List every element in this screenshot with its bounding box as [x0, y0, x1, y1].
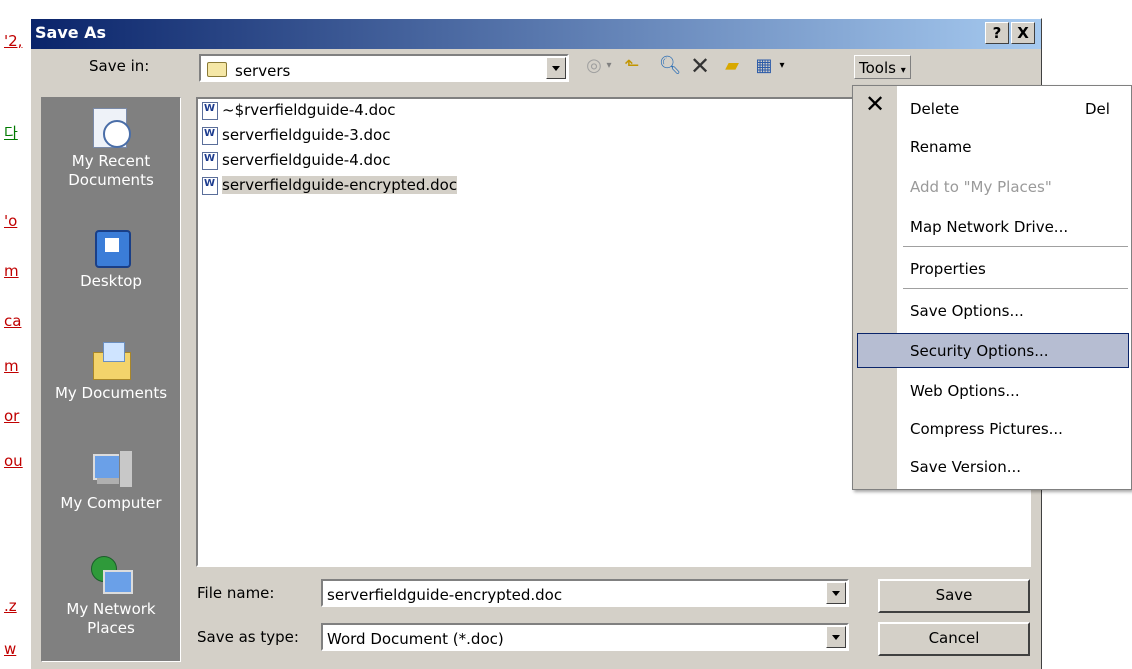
menu-item-add-to-my-places: Add to "My Places": [910, 178, 1052, 196]
word-document-icon: [202, 126, 218, 145]
word-document-icon: [202, 176, 218, 195]
menu-icon-strip: [853, 86, 897, 489]
menu-item-security-options[interactable]: Security Options...: [910, 342, 1049, 360]
background-text: .z: [4, 597, 17, 615]
folder-icon: [207, 62, 227, 77]
chevron-down-icon[interactable]: ▾: [603, 53, 615, 79]
file-item[interactable]: ~$rverfieldguide-4.doc: [202, 101, 396, 123]
file-item-selected[interactable]: serverfieldguide-encrypted.doc: [202, 176, 458, 198]
desktop-icon: [89, 226, 133, 268]
background-text: '2,: [4, 32, 23, 50]
recent-documents-icon: [89, 106, 133, 148]
shortcut-del: Del: [1085, 100, 1110, 118]
file-name: serverfieldguide-4.doc: [222, 151, 391, 169]
menu-separator: [903, 246, 1128, 247]
place-my-computer[interactable]: My Computer: [42, 448, 180, 513]
save-in-value: servers: [235, 62, 291, 80]
word-document-icon: [202, 101, 218, 120]
save-button[interactable]: Save: [878, 579, 1030, 613]
menu-item-compress-pictures[interactable]: Compress Pictures...: [910, 420, 1063, 438]
place-label: My Documents: [54, 384, 168, 402]
save-as-type-value: Word Document (*.doc): [327, 630, 504, 648]
chevron-down-icon[interactable]: [826, 626, 846, 648]
menu-item-web-options[interactable]: Web Options...: [910, 382, 1020, 400]
up-one-level-icon[interactable]: ⬑: [619, 53, 645, 79]
tools-menu: ✕ Delete Del Rename Add to "My Places" M…: [852, 85, 1132, 490]
background-text: or: [4, 407, 20, 425]
chevron-down-icon[interactable]: ▾: [775, 53, 789, 79]
menu-item-save-options[interactable]: Save Options...: [910, 302, 1024, 320]
delete-icon[interactable]: ✕: [687, 53, 713, 79]
save-in-label: Save in:: [89, 57, 150, 75]
background-text: w: [4, 640, 17, 658]
new-folder-icon[interactable]: ▰: [719, 53, 745, 79]
network-places-icon: [89, 554, 133, 596]
close-button[interactable]: X: [1011, 22, 1035, 44]
background-text: ou: [4, 452, 23, 470]
background-text: m: [4, 357, 19, 375]
file-name: serverfieldguide-3.doc: [222, 126, 391, 144]
dialog-title: Save As: [35, 23, 107, 42]
chevron-down-icon[interactable]: [826, 582, 846, 604]
place-my-network-places[interactable]: My Network Places: [42, 554, 180, 638]
save-in-dropdown[interactable]: servers: [199, 54, 569, 82]
place-desktop[interactable]: Desktop: [42, 226, 180, 291]
place-label: My Computer: [60, 494, 162, 512]
place-my-recent-documents[interactable]: My Recent Documents: [42, 106, 180, 190]
menu-item-rename[interactable]: Rename: [910, 138, 972, 156]
place-label: Desktop: [80, 272, 142, 290]
save-as-type-dropdown[interactable]: Word Document (*.doc): [321, 623, 849, 651]
places-bar: My Recent Documents Desktop My Documents…: [41, 97, 181, 662]
file-name-label: File name:: [197, 584, 275, 602]
menu-item-properties[interactable]: Properties: [910, 260, 986, 278]
my-computer-icon: [89, 448, 133, 490]
word-document-icon: [202, 151, 218, 170]
title-bar[interactable]: Save As ? X: [31, 19, 1041, 49]
delete-icon: ✕: [865, 90, 886, 118]
tools-menu-button[interactable]: Tools ▾: [854, 55, 911, 79]
place-label: My Recent Documents: [68, 152, 154, 189]
cancel-button[interactable]: Cancel: [878, 622, 1030, 656]
file-name-value: serverfieldguide-encrypted.doc: [327, 586, 563, 604]
file-name-field[interactable]: serverfieldguide-encrypted.doc: [321, 579, 849, 607]
save-as-type-label: Save as type:: [197, 628, 299, 646]
file-item[interactable]: serverfieldguide-4.doc: [202, 151, 390, 173]
background-text: 다: [4, 124, 18, 142]
menu-item-map-network-drive[interactable]: Map Network Drive...: [910, 218, 1068, 236]
views-icon[interactable]: ▦: [751, 53, 777, 79]
place-my-documents[interactable]: My Documents: [42, 338, 180, 403]
file-name: serverfieldguide-encrypted.doc: [222, 176, 458, 194]
background-text: m: [4, 262, 19, 280]
file-item[interactable]: serverfieldguide-3.doc: [202, 126, 390, 148]
background-text: ca: [4, 312, 22, 330]
menu-item-delete[interactable]: Delete: [910, 100, 959, 118]
chevron-down-icon[interactable]: [546, 57, 566, 79]
menu-separator: [903, 288, 1128, 289]
menu-item-save-version[interactable]: Save Version...: [910, 458, 1021, 476]
file-name: ~$rverfieldguide-4.doc: [222, 101, 396, 119]
search-web-icon[interactable]: 🔍︎: [657, 53, 683, 79]
help-button[interactable]: ?: [985, 22, 1009, 44]
chevron-down-icon: ▾: [900, 65, 906, 76]
tools-label: Tools: [859, 59, 896, 77]
background-text: 'o: [4, 212, 18, 230]
my-documents-icon: [89, 338, 133, 380]
place-label: My Network Places: [66, 600, 156, 637]
